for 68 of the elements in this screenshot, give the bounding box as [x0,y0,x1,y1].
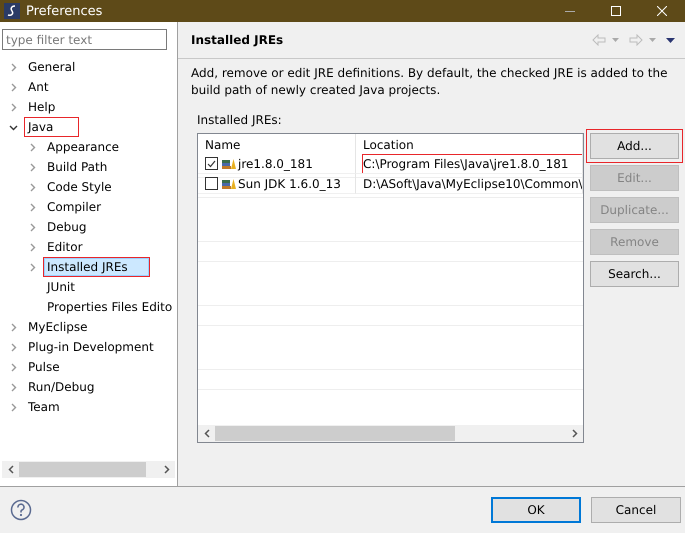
tree-item[interactable]: Pulse [25,358,64,376]
chevron-right-icon[interactable] [8,362,18,372]
chevron-right-icon[interactable] [28,182,36,192]
chevron-right-icon[interactable] [8,402,18,412]
minimize-icon[interactable] [565,10,575,12]
dropdown-caret-icon[interactable] [649,38,656,42]
table-cell: C:\Program Files\Java\jre1.8.0_181 [356,154,583,174]
action-button[interactable]: Search... [590,261,679,287]
menu-caret-icon[interactable] [666,38,675,42]
table-label: Installed JREs: [197,113,283,127]
chevron-right-icon[interactable] [8,102,18,112]
table-cell: Sun JDK 1.6.0_13 [198,174,356,194]
checkbox[interactable] [205,177,218,190]
scroll-right-icon[interactable] [572,429,578,438]
tree-item[interactable]: Code Style [44,178,116,196]
dialog-button[interactable]: OK [491,497,581,523]
action-button[interactable]: Add... [590,133,679,159]
help-icon[interactable] [10,499,32,521]
dropdown-caret-icon[interactable] [612,38,619,42]
tree-item[interactable]: Plug-in Development [25,338,158,356]
page-title: Installed JREs [191,33,284,47]
tree-item[interactable]: Properties Files Edito [44,298,176,316]
chevron-right-icon[interactable] [8,322,18,332]
scroll-left-icon[interactable] [204,429,210,438]
tree-item[interactable]: Java [25,118,78,136]
chevron-right-icon[interactable] [28,242,36,252]
tree-item[interactable]: Build Path [44,158,112,176]
app-icon [4,3,20,19]
forward-arrow-icon[interactable] [629,34,643,46]
chevron-right-icon[interactable] [28,202,36,212]
books-icon [222,178,236,190]
tree-item[interactable]: Compiler [44,198,106,216]
description-text: Add, remove or edit JRE definitions. By default, the checked JRE is added to the build path of newly created Java projects. [191,65,668,99]
tree-item[interactable]: Debug [44,218,90,236]
back-arrow-icon[interactable] [592,34,606,46]
maximize-icon[interactable] [611,6,621,16]
tree-item[interactable]: Team [25,398,64,416]
column-header[interactable]: Location [356,134,583,156]
tree-item[interactable]: Ant [25,78,53,96]
scroll-right-icon[interactable] [164,465,170,474]
table-cell: jre1.8.0_181 [198,154,356,174]
chevron-right-icon[interactable] [28,222,36,232]
tree-item[interactable]: Editor [44,238,87,256]
tree-item[interactable]: MyEclipse [25,318,92,336]
horizontal-scrollbar[interactable] [198,425,583,442]
scroll-left-icon[interactable] [8,465,14,474]
tree-item[interactable]: Run/Debug [25,378,99,396]
column-header[interactable]: Name [198,134,356,156]
tree-item[interactable]: General [25,58,80,76]
chevron-right-icon[interactable] [8,342,18,352]
chevron-right-icon[interactable] [28,142,36,152]
close-icon[interactable] [657,6,667,16]
tree-item[interactable]: Installed JREs [44,258,149,276]
chevron-right-icon[interactable] [8,382,18,392]
chevron-right-icon[interactable] [28,162,36,172]
tree-item[interactable]: Appearance [44,138,124,156]
chevron-right-icon[interactable] [8,82,18,92]
tree-item[interactable]: Help [25,98,60,116]
filter-field[interactable]: type filter text [2,29,167,50]
chevron-right-icon[interactable] [28,262,36,272]
horizontal-scrollbar[interactable] [2,461,175,478]
tree-item[interactable]: JUnit [44,278,79,296]
chevron-right-icon[interactable] [8,62,18,72]
chevron-down-icon[interactable] [8,122,18,132]
checkbox[interactable] [205,157,218,170]
window-title: Preferences [26,4,104,18]
dialog-button[interactable]: Cancel [591,497,681,523]
books-icon [222,158,236,170]
